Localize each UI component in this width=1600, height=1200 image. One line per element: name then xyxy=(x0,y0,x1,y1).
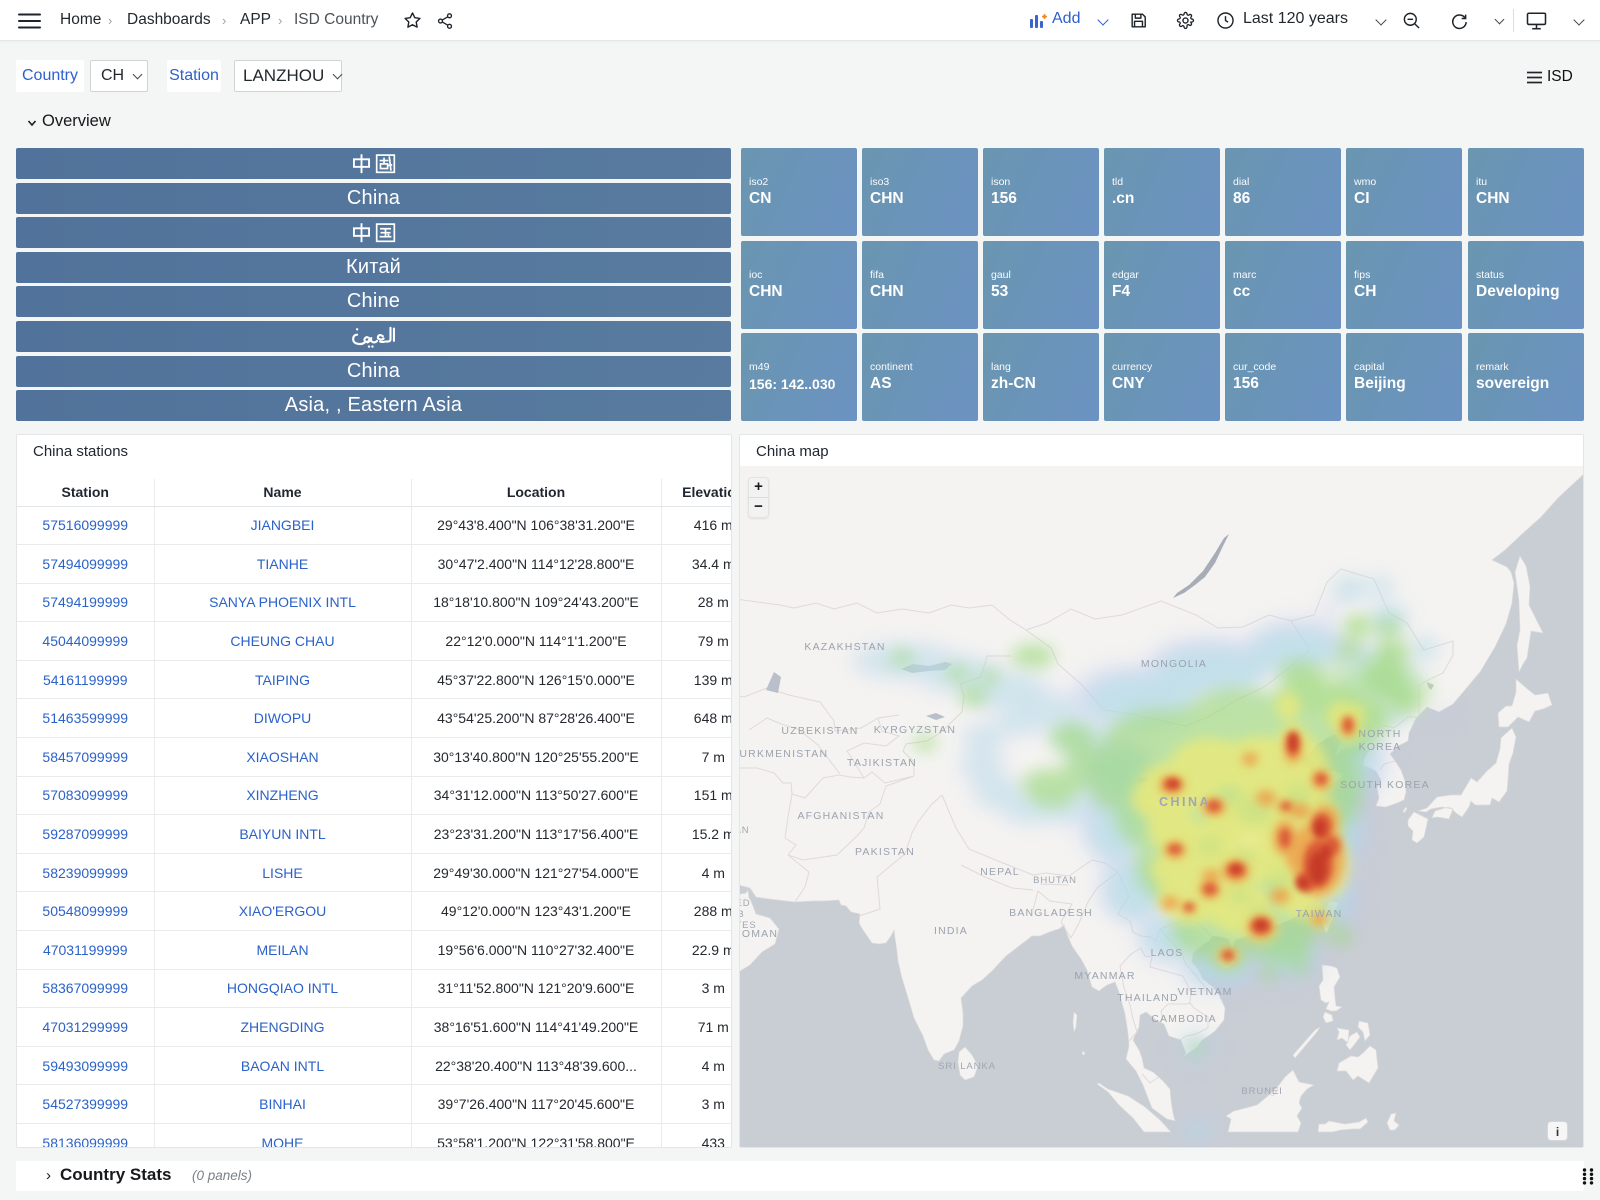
svg-text:CAMBODIA: CAMBODIA xyxy=(1151,1013,1217,1025)
svg-text:TES: TES xyxy=(740,920,757,931)
svg-text:BANGLADESH: BANGLADESH xyxy=(1009,907,1093,919)
svg-text:TAIWAN: TAIWAN xyxy=(1296,908,1343,920)
svg-text:LAOS: LAOS xyxy=(1151,947,1184,959)
svg-text:KAZAKHSTAN: KAZAKHSTAN xyxy=(804,641,885,653)
svg-text:AFGHANISTAN: AFGHANISTAN xyxy=(797,810,884,822)
svg-text:B: B xyxy=(740,909,745,920)
svg-text:PAKISTAN: PAKISTAN xyxy=(855,846,915,858)
svg-text:ED: ED xyxy=(740,898,751,909)
svg-text:UZBEKISTAN: UZBEKISTAN xyxy=(781,725,858,737)
svg-text:VIETNAM: VIETNAM xyxy=(1177,986,1232,998)
svg-text:BRUNEI: BRUNEI xyxy=(1241,1086,1282,1097)
svg-text:TURKMENISTAN: TURKMENISTAN xyxy=(740,748,828,760)
svg-text:AN: AN xyxy=(740,825,750,836)
svg-text:NEPAL: NEPAL xyxy=(980,866,1020,878)
svg-text:SOUTH KOREA: SOUTH KOREA xyxy=(1340,779,1430,791)
svg-text:MYANMAR: MYANMAR xyxy=(1074,970,1135,982)
svg-text:SRI LANKA: SRI LANKA xyxy=(938,1061,996,1072)
svg-text:KOREA: KOREA xyxy=(1359,741,1402,753)
svg-text:CHINA: CHINA xyxy=(1159,795,1211,809)
svg-text:KYRGYZSTAN: KYRGYZSTAN xyxy=(874,724,956,736)
svg-text:INDIA: INDIA xyxy=(934,925,968,937)
svg-text:TAJIKISTAN: TAJIKISTAN xyxy=(847,757,917,769)
svg-text:MONGOLIA: MONGOLIA xyxy=(1141,658,1207,670)
svg-text:BHUTAN: BHUTAN xyxy=(1033,875,1077,886)
svg-text:THAILAND: THAILAND xyxy=(1117,992,1179,1004)
svg-text:NORTH: NORTH xyxy=(1358,728,1401,740)
